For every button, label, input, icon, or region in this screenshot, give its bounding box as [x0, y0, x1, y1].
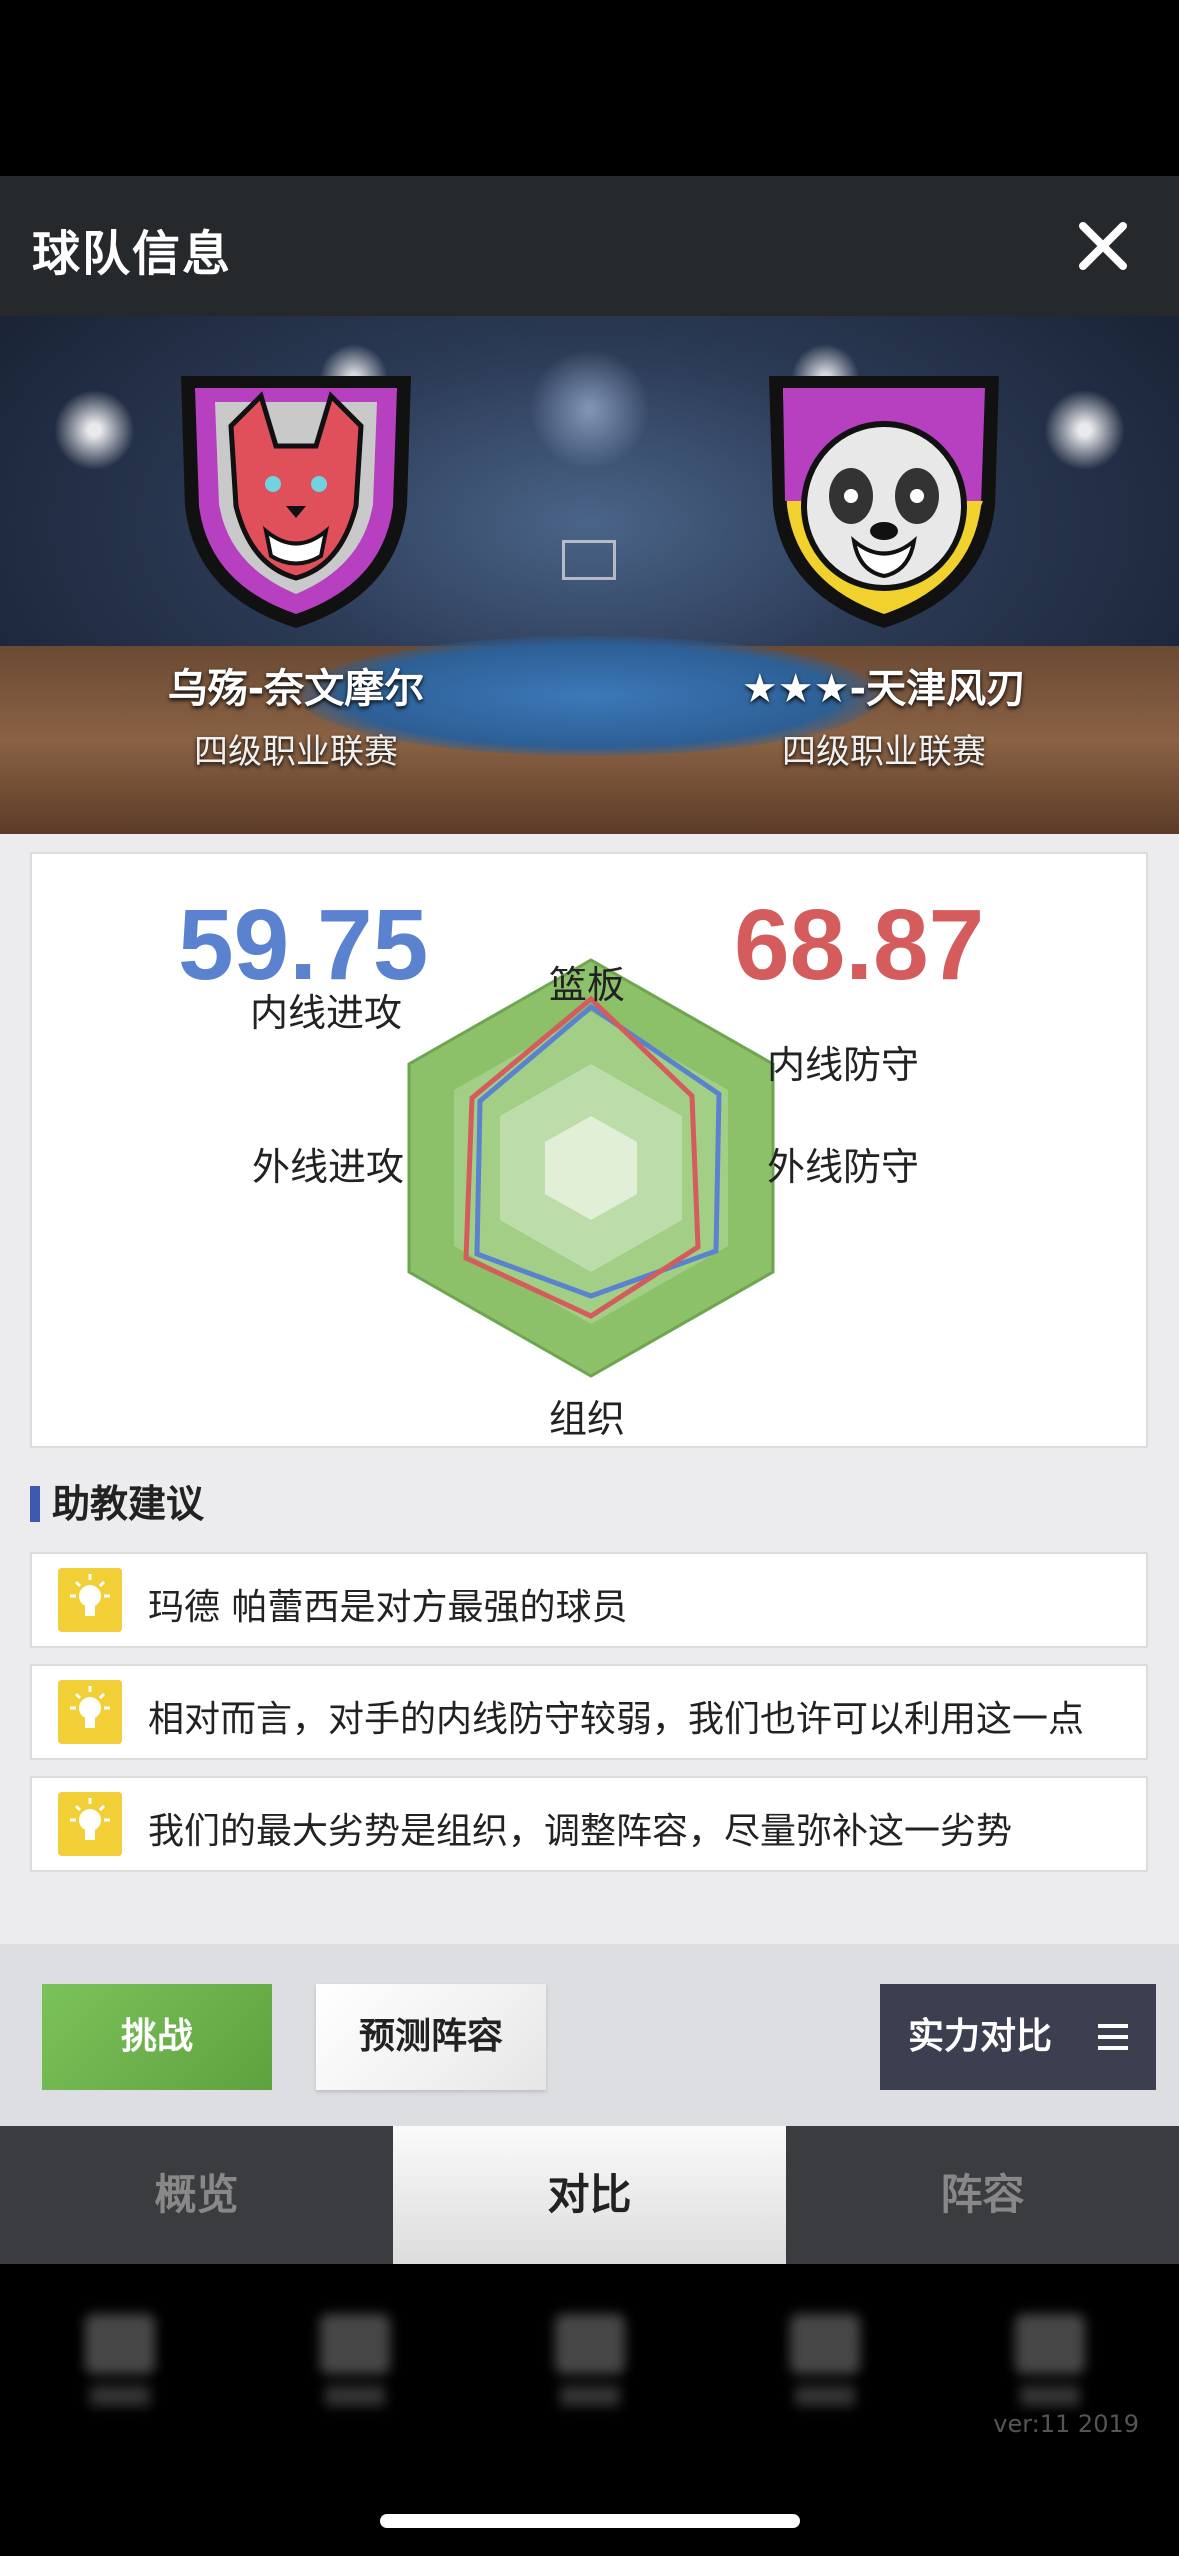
- action-bar: 挑战 预测阵容 实力对比: [0, 1944, 1179, 2126]
- home-team[interactable]: 乌殇-奈文摩尔 四级职业联赛: [86, 356, 506, 773]
- header-bar: 球队信息: [0, 176, 1179, 316]
- home-team-name: 乌殇-奈文摩尔: [167, 666, 425, 712]
- strength-compare-label: 实力对比: [908, 2016, 1053, 2057]
- lightbulb-icon: [58, 1568, 122, 1632]
- home-team-league: 四级职业联赛: [194, 732, 398, 772]
- radar-label-outside-defense: 外线防守: [767, 1145, 920, 1189]
- radar-label-playmaking: 组织: [549, 1397, 626, 1441]
- blurred-nav-icon: [310, 2314, 400, 2424]
- wolf-crest-icon: [181, 376, 411, 628]
- advice-text: 我们的最大劣势是组织，调整阵容，尽量弥补这一劣势: [148, 1811, 1013, 1852]
- radar-label-inside-offense: 内线进攻: [250, 991, 403, 1035]
- away-team-league: 四级职业联赛: [782, 732, 986, 772]
- home-indicator[interactable]: [380, 2514, 800, 2528]
- predict-lineup-button[interactable]: 预测阵容: [316, 1984, 546, 2090]
- lightbulb-icon: [58, 1792, 122, 1856]
- menu-icon: [1098, 2024, 1128, 2050]
- tab-compare[interactable]: 对比: [393, 2126, 786, 2264]
- blurred-nav-icon: [545, 2314, 635, 2424]
- panda-crest-icon: [769, 376, 999, 628]
- main-content: 59.75 68.87 篮板 内线防守 外线防守 组织 外线进攻 内线进攻 助教…: [0, 834, 1179, 1944]
- tab-overview[interactable]: 概览: [0, 2126, 393, 2264]
- away-team[interactable]: ★★★-天津风刃 四级职业联赛: [674, 356, 1094, 773]
- basket-hoop: [562, 540, 616, 580]
- comparison-card: 59.75 68.87 篮板 内线防守 外线防守 组织 外线进攻 内线进攻: [30, 852, 1148, 1448]
- arena-banner: 乌殇-奈文摩尔 四级职业联赛 ★★★-天津风刃 四级职业联赛: [0, 316, 1179, 834]
- close-icon[interactable]: [1063, 206, 1143, 286]
- away-team-name: ★★★-天津风刃: [741, 666, 1027, 712]
- away-score: 68.87: [734, 889, 985, 1001]
- blurred-nav-icon: [1005, 2314, 1095, 2424]
- challenge-button[interactable]: 挑战: [42, 1984, 272, 2090]
- radar-label-rebound: 篮板: [549, 963, 626, 1007]
- status-bar: [0, 0, 1179, 176]
- blurred-nav-icon: [75, 2314, 165, 2424]
- advice-item: 我们的最大劣势是组织，调整阵容，尽量弥补这一劣势: [30, 1776, 1148, 1872]
- radar-label-outside-offense: 外线进攻: [252, 1145, 405, 1189]
- advice-item: 玛德 帕蕾西是对方最强的球员: [30, 1552, 1148, 1648]
- advice-item: 相对而言，对手的内线防守较弱，我们也许可以利用这一点: [30, 1664, 1148, 1760]
- version-label: ver:11 2019: [993, 2410, 1139, 2438]
- advice-text: 玛德 帕蕾西是对方最强的球员: [148, 1587, 628, 1628]
- radar-label-inside-defense: 内线防守: [767, 1043, 920, 1087]
- tab-bar: 概览 对比 阵容: [0, 2126, 1179, 2264]
- advice-section-title: 助教建议: [30, 1482, 204, 1526]
- lightbulb-icon: [58, 1680, 122, 1744]
- advice-text: 相对而言，对手的内线防守较弱，我们也许可以利用这一点: [148, 1699, 1085, 1740]
- tab-lineup[interactable]: 阵容: [786, 2126, 1179, 2264]
- blurred-nav-icon: [780, 2314, 870, 2424]
- page-title: 球队信息: [32, 226, 233, 282]
- strength-compare-button[interactable]: 实力对比: [880, 1984, 1156, 2090]
